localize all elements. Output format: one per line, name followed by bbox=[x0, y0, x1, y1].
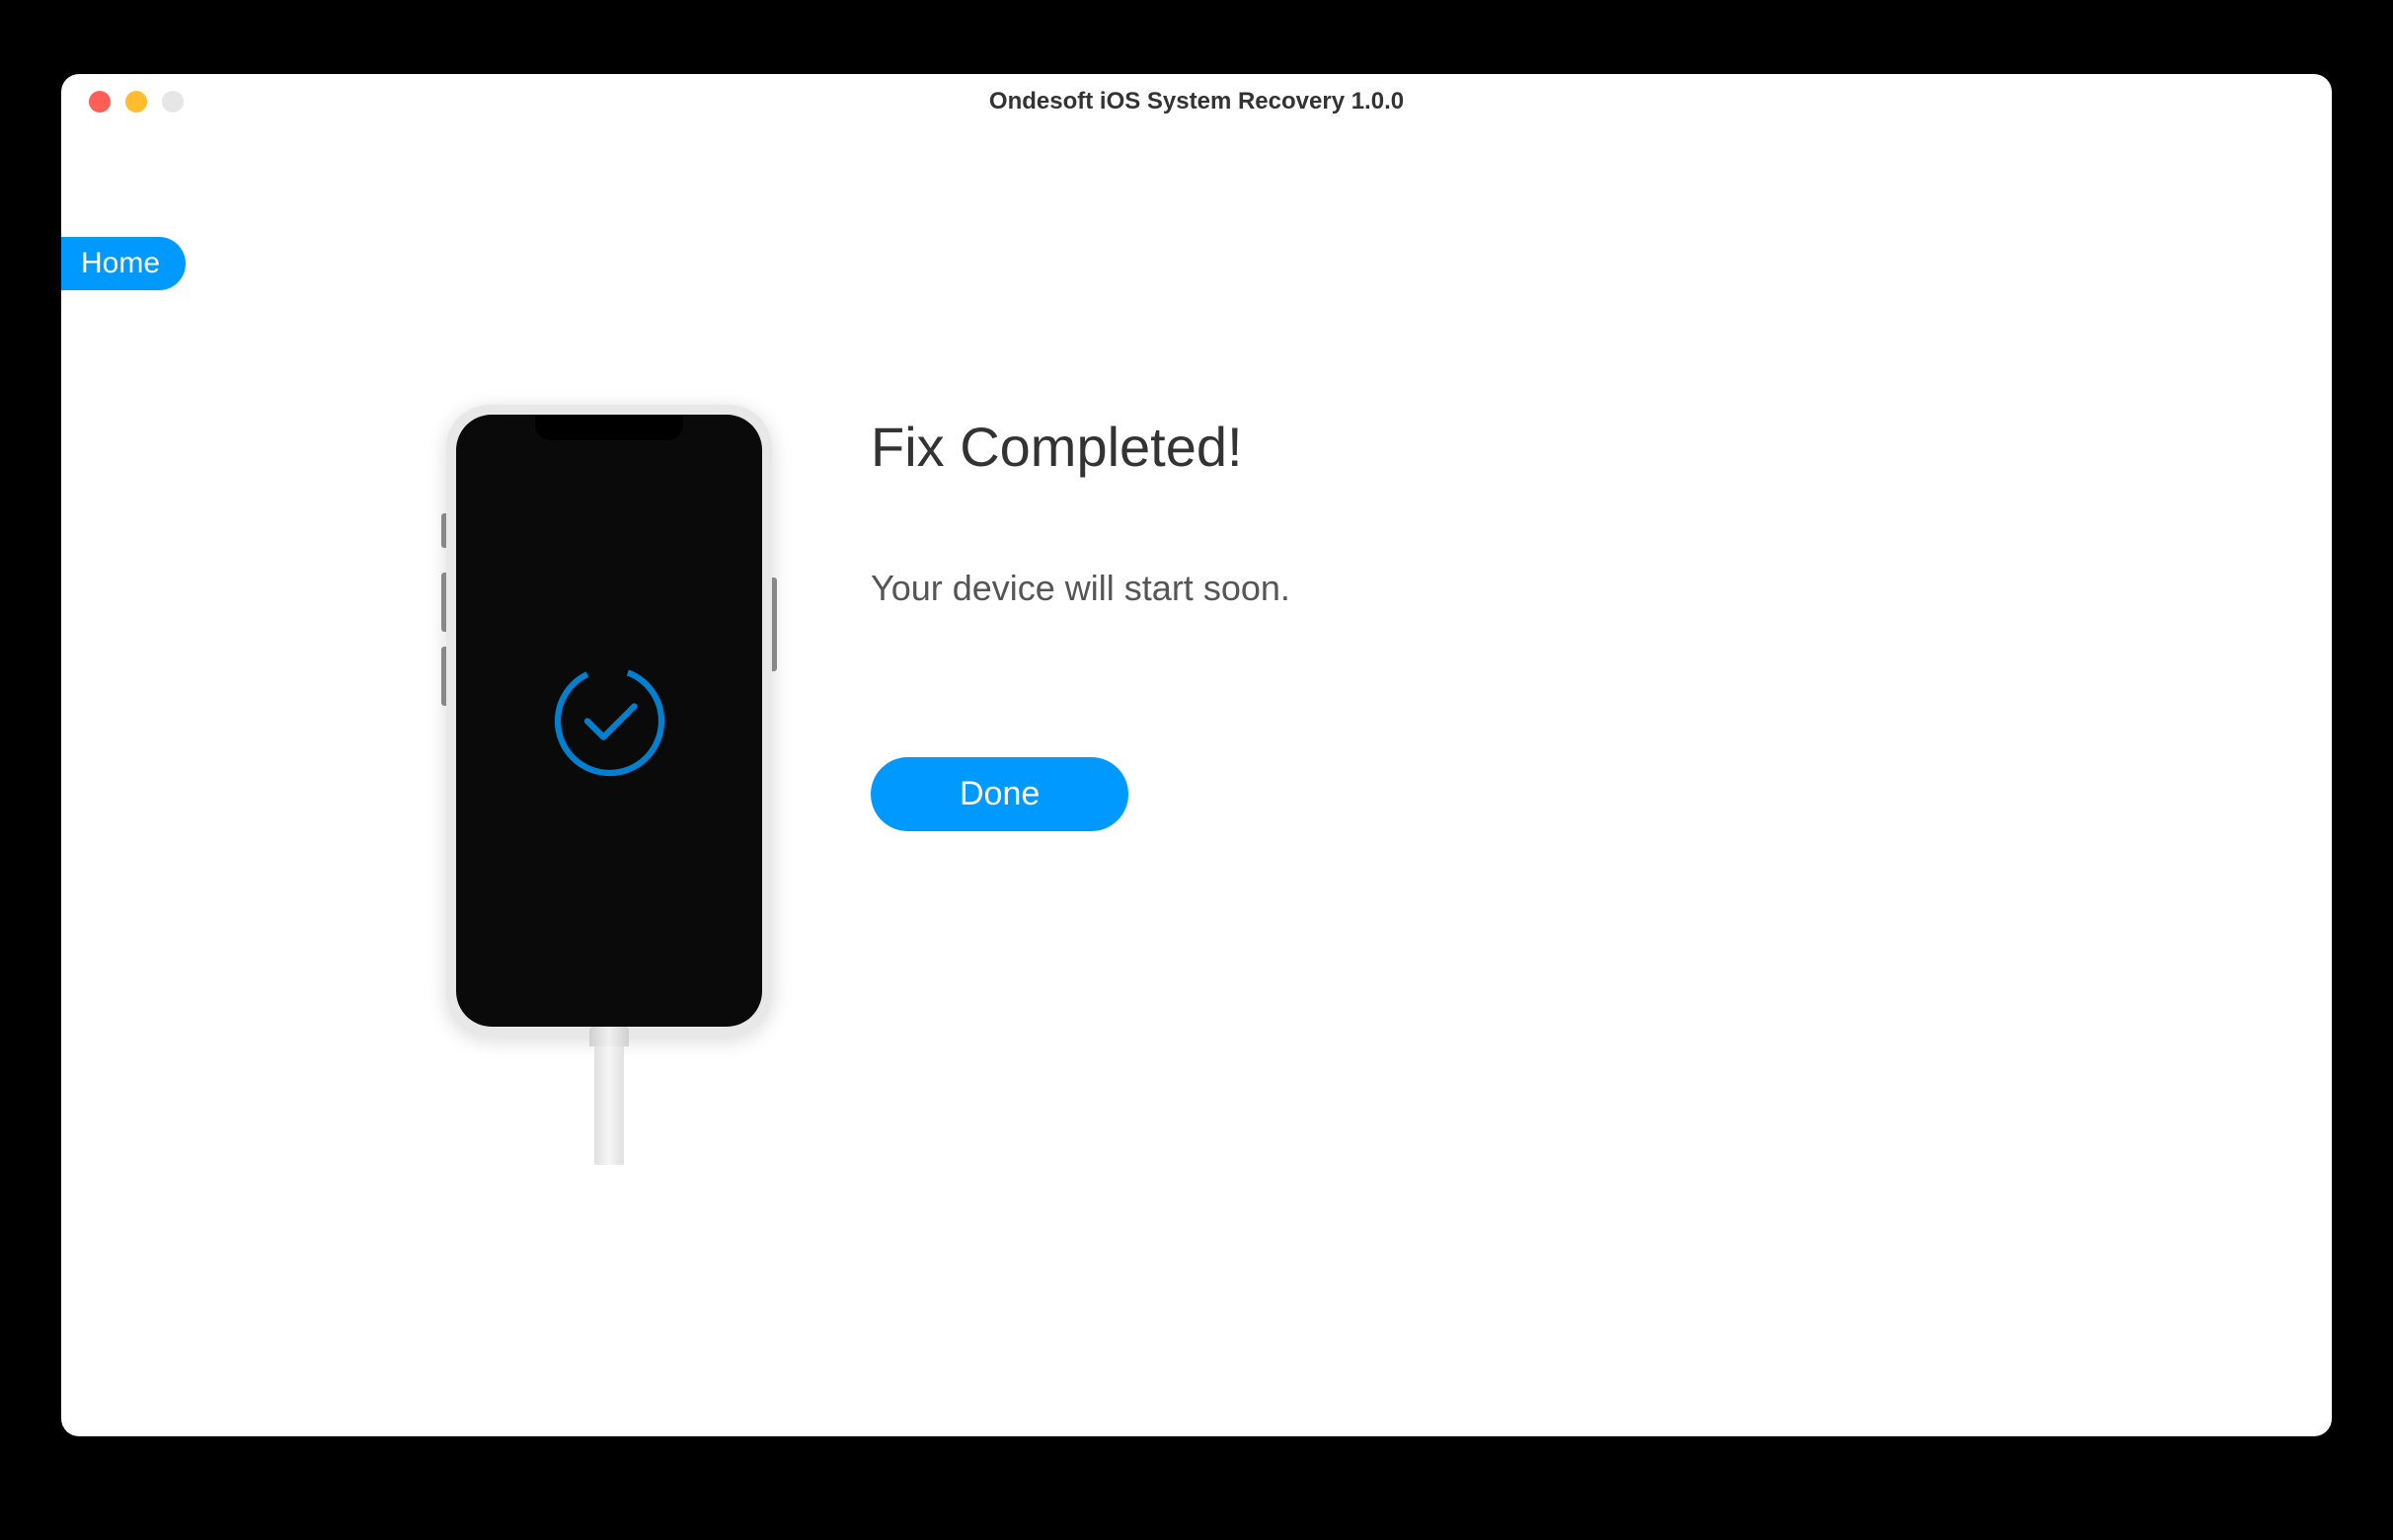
window-title: Ondesoft iOS System Recovery 1.0.0 bbox=[61, 88, 2332, 116]
device-illustration bbox=[446, 405, 772, 1165]
close-window-button[interactable] bbox=[89, 91, 111, 113]
phone-screen bbox=[456, 415, 762, 1027]
cable-icon bbox=[594, 1037, 624, 1165]
status-text-block: Fix Completed! Your device will start so… bbox=[871, 405, 1290, 1165]
phone-mute-switch-icon bbox=[441, 513, 446, 548]
phone-power-button-icon bbox=[772, 578, 777, 671]
phone-volume-down-icon bbox=[441, 647, 446, 706]
success-checkmark-icon bbox=[548, 659, 671, 783]
traffic-lights bbox=[61, 91, 184, 113]
cable-connector-icon bbox=[589, 1027, 629, 1046]
done-button[interactable]: Done bbox=[871, 757, 1128, 831]
status-subtext: Your device will start soon. bbox=[871, 568, 1290, 609]
phone-frame bbox=[446, 405, 772, 1037]
minimize-window-button[interactable] bbox=[125, 91, 147, 113]
main-content: Fix Completed! Your device will start so… bbox=[61, 128, 2332, 1165]
phone-volume-up-icon bbox=[441, 573, 446, 632]
maximize-window-button[interactable] bbox=[162, 91, 184, 113]
status-heading: Fix Completed! bbox=[871, 415, 1290, 479]
home-button[interactable]: Home bbox=[61, 237, 186, 290]
titlebar: Ondesoft iOS System Recovery 1.0.0 bbox=[61, 74, 2332, 128]
app-window: Ondesoft iOS System Recovery 1.0.0 Home bbox=[61, 74, 2332, 1436]
phone-notch-icon bbox=[535, 415, 683, 440]
